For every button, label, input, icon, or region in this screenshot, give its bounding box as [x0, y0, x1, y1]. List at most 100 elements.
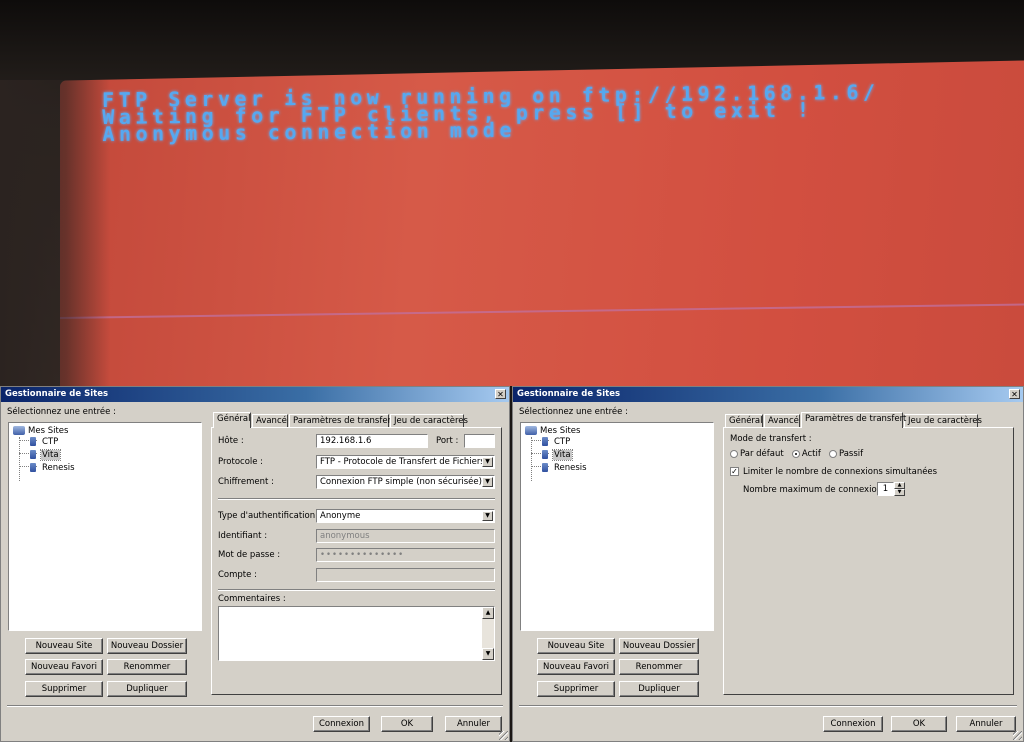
tree-root-label: Mes Sites: [540, 426, 581, 436]
max-connections-value[interactable]: 1: [877, 482, 894, 496]
tree-item-renesis[interactable]: Renesis: [30, 463, 76, 473]
tree-item-vita[interactable]: Vita: [542, 449, 573, 461]
select-entry-label: Sélectionnez une entrée :: [519, 407, 628, 417]
account-input[interactable]: [316, 568, 495, 582]
rename-button[interactable]: Renommer: [107, 659, 187, 675]
tab-charset[interactable]: Jeu de caractères: [904, 414, 982, 428]
resize-grip-icon[interactable]: [499, 731, 508, 740]
tab-advanced[interactable]: Avancé: [764, 414, 800, 428]
ok-button[interactable]: OK: [381, 716, 433, 732]
radio-label: Passif: [838, 449, 864, 459]
tab-panel-general: Hôte : 192.168.1.6 Port : Protocole : FT…: [211, 427, 502, 695]
tv-bezel-shadow: [0, 80, 110, 386]
radio-label: Actif: [801, 449, 821, 459]
new-folder-button[interactable]: Nouveau Dossier: [107, 638, 187, 654]
tab-general[interactable]: Général: [725, 414, 763, 428]
tree-item-label: Renesis: [42, 463, 75, 473]
chevron-down-icon[interactable]: ▼: [482, 457, 493, 467]
radio-default[interactable]: Par défaut: [730, 449, 784, 459]
new-folder-button[interactable]: Nouveau Dossier: [619, 638, 699, 654]
protocol-label: Protocole :: [218, 457, 264, 467]
host-input[interactable]: 192.168.1.6: [316, 434, 428, 448]
account-label: Compte :: [218, 570, 257, 580]
duplicate-button[interactable]: Dupliquer: [107, 681, 187, 697]
chevron-down-icon[interactable]: ▼: [482, 511, 493, 521]
transfer-mode-group: Par défaut Actif Passif: [730, 449, 863, 459]
ftp-line-3: Anonymous connection mode: [102, 117, 517, 146]
separator: [218, 589, 495, 591]
new-site-button[interactable]: Nouveau Site: [25, 638, 103, 654]
delete-button[interactable]: Supprimer: [537, 681, 615, 697]
close-button[interactable]: ✕: [495, 389, 506, 399]
site-manager-dialog-right: Gestionnaire de Sites ✕ Sélectionnez une…: [512, 386, 1024, 742]
tree-item-ctp[interactable]: CTP: [542, 437, 571, 447]
cancel-button[interactable]: Annuler: [956, 716, 1016, 732]
tab-advanced[interactable]: Avancé: [252, 414, 288, 428]
tv-photo: FTP Server is now running on ftp://192.1…: [0, 0, 1024, 386]
site-tree[interactable]: Mes Sites CTP Vita Renesis: [520, 422, 714, 631]
connect-button[interactable]: Connexion: [313, 716, 370, 732]
comments-textarea[interactable]: ▲ ▼: [218, 606, 495, 661]
tree-item-ctp[interactable]: CTP: [30, 437, 59, 447]
titlebar: Gestionnaire de Sites ✕: [1, 387, 509, 402]
footer-separator: [519, 705, 1017, 707]
rename-button[interactable]: Renommer: [619, 659, 699, 675]
tab-transfer-settings[interactable]: Paramètres de transfert: [801, 412, 906, 428]
auth-type-value: Anonyme: [320, 511, 361, 521]
dialog-title: Gestionnaire de Sites: [5, 389, 109, 399]
host-label: Hôte :: [218, 436, 244, 446]
new-favorite-button[interactable]: Nouveau Favori: [25, 659, 103, 675]
protocol-value: FTP - Protocole de Transfert de Fichiers: [320, 457, 485, 467]
auth-type-select[interactable]: Anonyme ▼: [316, 509, 495, 523]
auth-type-label: Type d'authentification :: [218, 511, 321, 521]
close-button[interactable]: ✕: [1009, 389, 1020, 399]
tree-item-label: Vita: [40, 449, 61, 461]
dialog-title: Gestionnaire de Sites: [517, 389, 621, 399]
titlebar: Gestionnaire de Sites ✕: [513, 387, 1023, 402]
limit-connections-checkbox[interactable]: ✓ Limiter le nombre de connexions simulta…: [730, 467, 937, 477]
ftp-server-message: FTP Server is now running on ftp://192.1…: [102, 80, 880, 146]
chevron-down-icon[interactable]: ▼: [482, 477, 493, 487]
scrollbar[interactable]: ▲ ▼: [482, 607, 494, 660]
max-connections-stepper[interactable]: 1 ▲ ▼: [877, 482, 907, 496]
server-icon: [30, 463, 36, 472]
encryption-select[interactable]: Connexion FTP simple (non sécurisée) ▼: [316, 475, 495, 489]
spin-up-icon[interactable]: ▲: [894, 482, 905, 489]
site-tree[interactable]: Mes Sites CTP Vita Renesis: [8, 422, 202, 631]
user-input[interactable]: anonymous: [316, 529, 495, 543]
server-icon: [542, 437, 548, 446]
transfer-mode-label: Mode de transfert :: [730, 434, 812, 444]
encryption-label: Chiffrement :: [218, 477, 274, 487]
tab-charset[interactable]: Jeu de caractères: [390, 414, 468, 428]
radio-passive[interactable]: Passif: [828, 449, 864, 459]
spin-down-icon[interactable]: ▼: [894, 489, 905, 496]
new-site-button[interactable]: Nouveau Site: [537, 638, 615, 654]
port-input[interactable]: [464, 434, 495, 448]
password-input[interactable]: ••••••••••••••: [316, 548, 495, 562]
tab-transfer-settings[interactable]: Paramètres de transfert: [289, 414, 394, 428]
protocol-select[interactable]: FTP - Protocole de Transfert de Fichiers…: [316, 455, 495, 469]
connect-button[interactable]: Connexion: [823, 716, 883, 732]
checkbox-checked-icon: ✓: [730, 467, 739, 476]
ok-button[interactable]: OK: [891, 716, 947, 732]
select-entry-label: Sélectionnez une entrée :: [7, 407, 116, 417]
tree-root-my-sites[interactable]: Mes Sites: [13, 426, 68, 436]
server-icon: [30, 450, 36, 459]
radio-active[interactable]: Actif: [791, 449, 821, 459]
cancel-button[interactable]: Annuler: [445, 716, 502, 732]
scroll-up-icon[interactable]: ▲: [482, 607, 494, 619]
tree-item-label: CTP: [554, 437, 571, 447]
tab-general[interactable]: Général: [213, 412, 251, 428]
tab-panel-transfer: Mode de transfert : Par défaut Actif Pas…: [723, 427, 1014, 695]
duplicate-button[interactable]: Dupliquer: [619, 681, 699, 697]
max-connections-label: Nombre maximum de connexions :: [743, 485, 893, 495]
delete-button[interactable]: Supprimer: [25, 681, 103, 697]
new-favorite-button[interactable]: Nouveau Favori: [537, 659, 615, 675]
tree-item-renesis[interactable]: Renesis: [542, 463, 588, 473]
resize-grip-icon[interactable]: [1013, 731, 1022, 740]
user-label: Identifiant :: [218, 531, 268, 541]
tree-item-vita[interactable]: Vita: [30, 449, 61, 461]
limit-connections-label: Limiter le nombre de connexions simultan…: [743, 467, 938, 477]
scroll-down-icon[interactable]: ▼: [482, 648, 494, 660]
tree-root-my-sites[interactable]: Mes Sites: [525, 426, 580, 436]
